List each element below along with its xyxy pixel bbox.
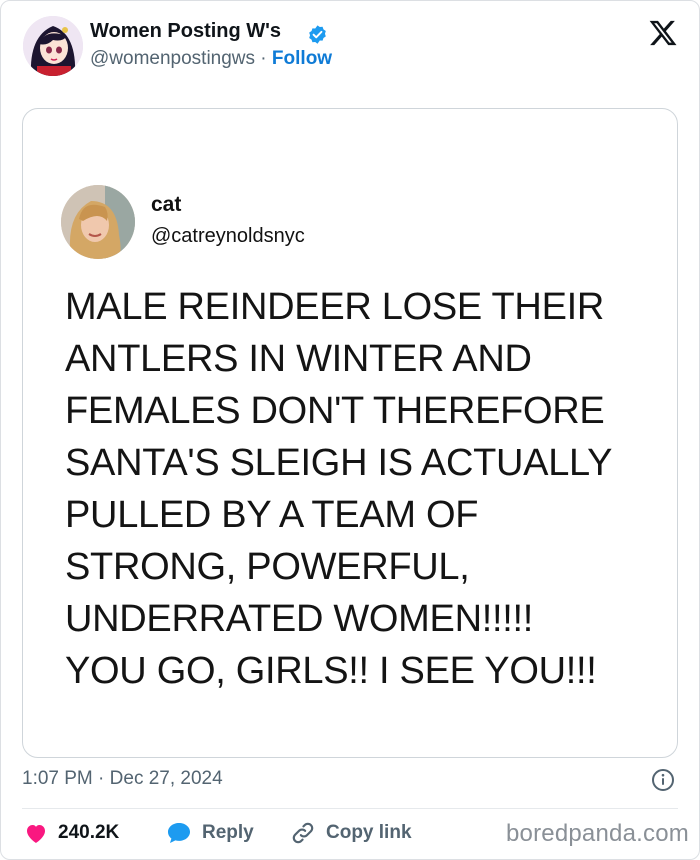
x-logo-icon[interactable] xyxy=(648,18,678,48)
copy-link-button[interactable]: Copy link xyxy=(290,818,412,848)
embedded-author-avatar xyxy=(61,185,135,259)
post-time: 1:07 PM xyxy=(22,768,93,789)
embedded-author-handle: @catreynoldsnyc xyxy=(151,225,305,247)
like-count: 240.2K xyxy=(58,822,120,843)
author-handle[interactable]: @womenpostingws xyxy=(90,48,255,69)
embedded-avatar-photo xyxy=(61,185,135,259)
embedded-post-text: MALE REINDEER LOSE THEIR ANTLERS IN WINT… xyxy=(65,281,665,697)
handle-separator: · xyxy=(255,48,272,69)
info-icon[interactable] xyxy=(651,768,675,792)
reply-bubble-icon xyxy=(168,823,190,843)
post-text-line: UNDERRATED WOMEN!!!!! xyxy=(65,598,533,640)
post-date: Dec 27, 2024 xyxy=(109,768,223,789)
author-avatar[interactable] xyxy=(23,16,83,76)
post-text-line: PULLED BY A TEAM OF xyxy=(65,494,479,536)
like-button[interactable]: 240.2K xyxy=(24,818,119,848)
post-timestamp[interactable]: 1:07 PM · Dec 27, 2024 xyxy=(22,768,223,790)
author-handle-row: @womenpostingws · Follow xyxy=(90,48,332,70)
author-name[interactable]: Women Posting W's xyxy=(90,20,281,43)
follow-button[interactable]: Follow xyxy=(272,48,332,69)
reply-label: Reply xyxy=(202,822,254,843)
post-text-line: FEMALES DON'T THEREFORE xyxy=(65,390,605,432)
embedded-image-card[interactable]: cat @catreynoldsnyc MALE REINDEER LOSE T… xyxy=(22,108,678,758)
copy-link-label: Copy link xyxy=(326,822,412,843)
verified-badge-icon xyxy=(309,25,326,44)
post-text-line: SANTA'S SLEIGH IS ACTUALLY xyxy=(65,442,613,484)
footer-divider xyxy=(22,808,678,809)
author-avatar-illustration xyxy=(23,16,83,76)
reply-button[interactable]: Reply xyxy=(166,818,254,848)
post-text-line: STRONG, POWERFUL, xyxy=(65,546,470,588)
post-text-line: ANTLERS IN WINTER AND xyxy=(65,338,532,380)
heart-icon xyxy=(27,825,45,843)
timestamp-separator: · xyxy=(92,768,110,789)
embedded-author-name: cat xyxy=(151,193,182,216)
post-text-line: MALE REINDEER LOSE THEIR xyxy=(65,286,605,328)
link-icon xyxy=(292,822,314,844)
post-text-line: YOU GO, GIRLS!! I SEE YOU!!! xyxy=(65,650,597,692)
watermark: boredpanda.com xyxy=(506,820,689,847)
